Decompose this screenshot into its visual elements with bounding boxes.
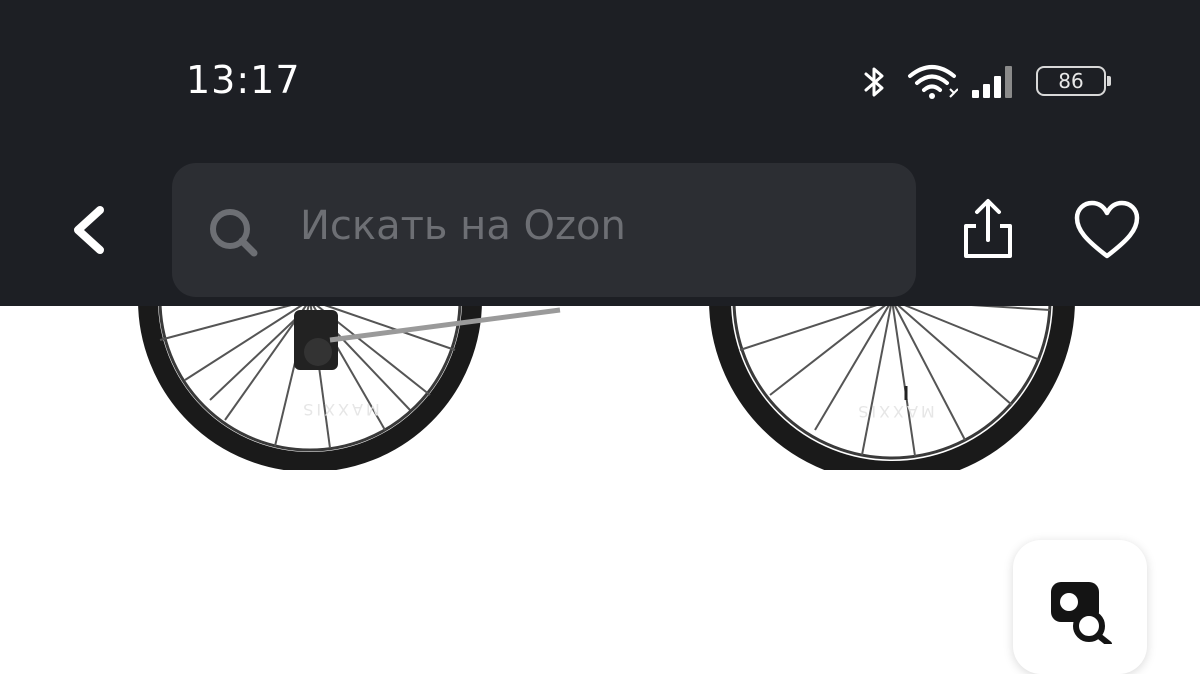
search-input[interactable]: Искать на Ozon: [172, 163, 916, 297]
tire-brand-front: MAXXIS: [855, 402, 935, 421]
search-placeholder: Искать на Ozon: [300, 203, 626, 249]
camera-search-icon: [1051, 582, 1112, 644]
tire-brand-rear: MAXXIS: [300, 400, 380, 419]
battery-icon: 86: [1036, 66, 1111, 96]
back-button[interactable]: [62, 198, 118, 262]
bluetooth-icon: [864, 67, 884, 97]
signal-icon: [972, 66, 1012, 98]
share-icon: [964, 199, 1012, 258]
heart-icon: [1074, 200, 1140, 259]
battery-level: 86: [1058, 69, 1084, 93]
favorite-button[interactable]: [1072, 198, 1142, 262]
back-arrow-icon: [74, 206, 104, 254]
wifi-icon: [908, 65, 958, 99]
share-button[interactable]: [958, 196, 1018, 262]
search-icon: [210, 209, 258, 257]
battery-tip: [1107, 76, 1111, 86]
status-time: 13:17: [186, 58, 301, 102]
top-bar: 13:17 86 Искать на Ozon: [0, 0, 1200, 306]
camera-search-button[interactable]: [1013, 540, 1147, 674]
